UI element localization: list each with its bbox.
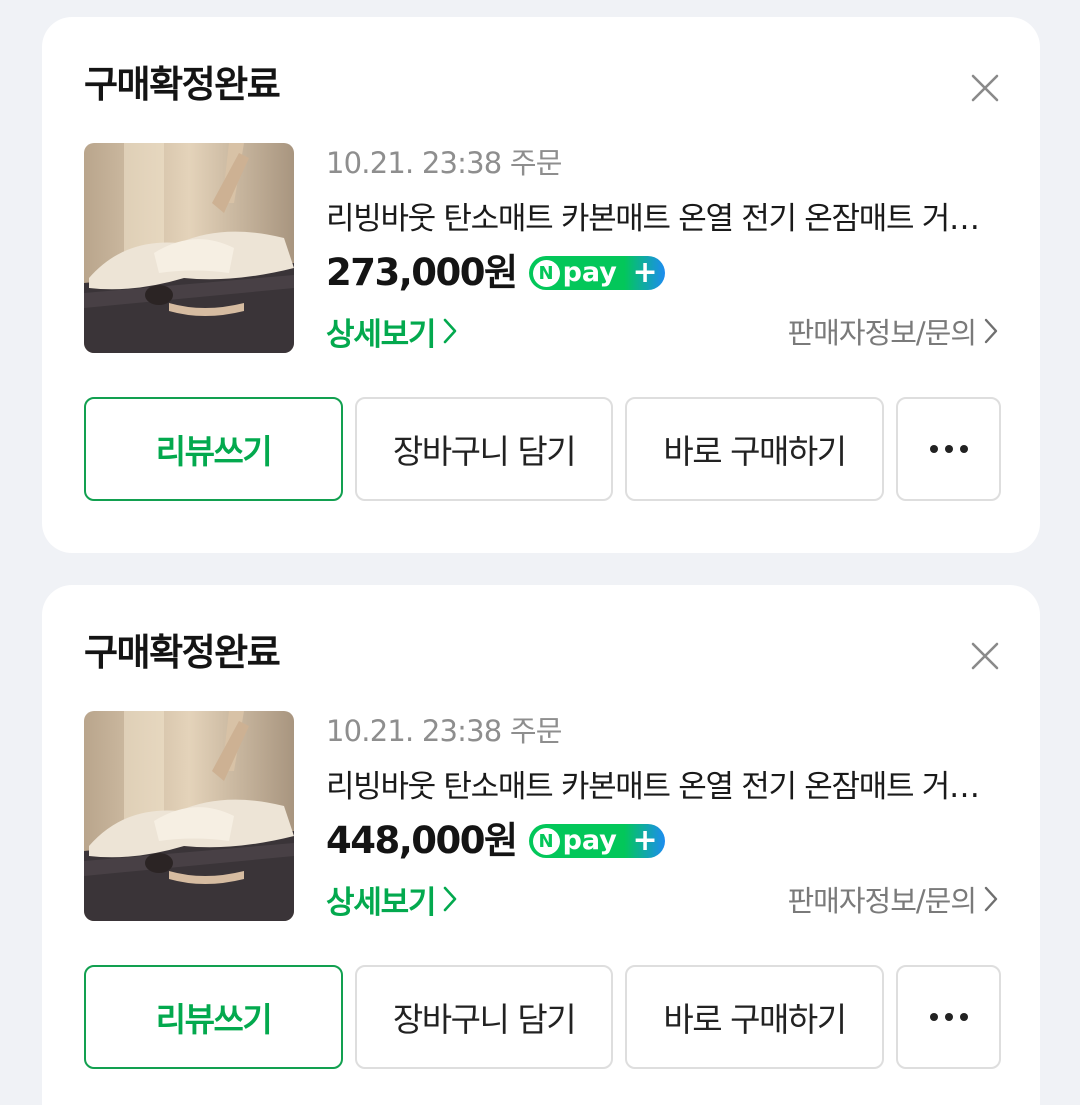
detail-link[interactable]: 상세보기 — [326, 309, 457, 354]
detail-link-label: 상세보기 — [326, 884, 436, 921]
more-horizontal-icon — [929, 1013, 968, 1021]
npay-label: pay — [562, 825, 617, 856]
chevron-right-icon — [984, 886, 998, 912]
order-card: 구매확정완료 10.21. 23:38 주문 리빙바웃 탄소매트 카본매트 온열… — [42, 585, 1040, 1105]
npay-plus-logo: N pay + — [528, 823, 665, 858]
product-price: 273,000원 — [326, 251, 518, 294]
price-row: 273,000원 N pay + — [326, 249, 998, 297]
chevron-right-icon — [443, 886, 457, 912]
product-info: 10.21. 23:38 주문 리빙바웃 탄소매트 카본매트 온열 전기 온잠매… — [326, 711, 998, 922]
write-review-button[interactable]: 리뷰쓰기 — [84, 965, 343, 1069]
npay-n-icon: N — [532, 827, 560, 855]
npay-label: pay — [562, 257, 617, 288]
action-buttons: 리뷰쓰기 장바구니 담기 바로 구매하기 — [84, 965, 1001, 1069]
product-title[interactable]: 리빙바웃 탄소매트 카본매트 온열 전기 온잠매트 거실 가정용 1인용 — [326, 199, 998, 239]
product-thumbnail[interactable] — [84, 711, 294, 921]
order-date: 10.21. 23:38 주문 — [326, 714, 562, 748]
product-price: 448,000원 — [326, 819, 518, 862]
more-horizontal-icon — [929, 445, 968, 453]
add-to-cart-button[interactable]: 장바구니 담기 — [355, 965, 613, 1069]
add-to-cart-button[interactable]: 장바구니 담기 — [355, 397, 613, 501]
more-options-button[interactable] — [896, 397, 1001, 501]
seller-info-link[interactable]: 판매자정보/문의 — [787, 878, 998, 920]
detail-link[interactable]: 상세보기 — [326, 877, 457, 922]
links-row: 상세보기 판매자정보/문의 — [326, 309, 998, 354]
order-status: 구매확정완료 — [84, 631, 281, 674]
seller-info-label: 판매자정보/문의 — [787, 884, 977, 918]
write-review-button[interactable]: 리뷰쓰기 — [84, 397, 343, 501]
action-buttons: 리뷰쓰기 장바구니 담기 바로 구매하기 — [84, 397, 1001, 501]
links-row: 상세보기 판매자정보/문의 — [326, 877, 998, 922]
product-title[interactable]: 리빙바웃 탄소매트 카본매트 온열 전기 온잠매트 거실 가정용 2인용 — [326, 767, 998, 807]
close-icon[interactable] — [970, 73, 1000, 103]
buy-now-button[interactable]: 바로 구매하기 — [625, 965, 884, 1069]
chevron-right-icon — [443, 318, 457, 344]
seller-info-label: 판매자정보/문의 — [787, 316, 977, 350]
order-status: 구매확정완료 — [84, 63, 281, 106]
npay-plus-logo: N pay + — [528, 255, 665, 290]
buy-now-button[interactable]: 바로 구매하기 — [625, 397, 884, 501]
product-info: 10.21. 23:38 주문 리빙바웃 탄소매트 카본매트 온열 전기 온잠매… — [326, 143, 998, 354]
price-row: 448,000원 N pay + — [326, 817, 998, 865]
more-options-button[interactable] — [896, 965, 1001, 1069]
seller-info-link[interactable]: 판매자정보/문의 — [787, 310, 998, 352]
order-list: 구매확정완료 10.21. 23:38 주문 리빙바웃 탄소매트 카본매트 온열… — [0, 0, 1080, 1105]
plus-icon: + — [632, 823, 658, 858]
order-date: 10.21. 23:38 주문 — [326, 146, 562, 180]
plus-icon: + — [632, 255, 658, 290]
chevron-right-icon — [984, 318, 998, 344]
product-thumbnail[interactable] — [84, 143, 294, 353]
order-card: 구매확정완료 10.21. 23:38 주문 리빙바웃 탄소매트 카본매트 온열… — [42, 17, 1040, 553]
detail-link-label: 상세보기 — [326, 316, 436, 353]
close-icon[interactable] — [970, 641, 1000, 671]
npay-n-icon: N — [532, 259, 560, 287]
